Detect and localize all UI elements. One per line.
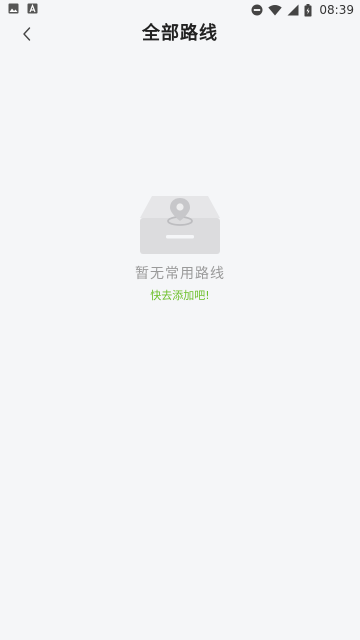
do-not-disturb-icon <box>251 4 263 16</box>
empty-state: 暂无常用路线 快去添加吧! <box>0 190 360 304</box>
status-time: 08:39 <box>319 3 354 17</box>
status-left <box>8 3 38 14</box>
status-right: 08:39 <box>251 2 354 18</box>
screen: 08:39 全部路线 暂无常用路线 快去添加吧! <box>0 0 360 640</box>
status-bar: 08:39 <box>0 0 360 20</box>
battery-icon <box>304 3 312 17</box>
signal-icon <box>287 4 299 16</box>
empty-title: 暂无常用路线 <box>135 266 225 282</box>
wifi-icon <box>268 4 283 16</box>
page-title: 全部路线 <box>142 23 218 44</box>
inbox-location-icon <box>138 190 222 256</box>
header: 全部路线 <box>0 20 360 48</box>
a-icon <box>27 3 38 14</box>
add-route-link[interactable]: 快去添加吧! <box>150 288 209 304</box>
image-icon <box>8 3 19 14</box>
